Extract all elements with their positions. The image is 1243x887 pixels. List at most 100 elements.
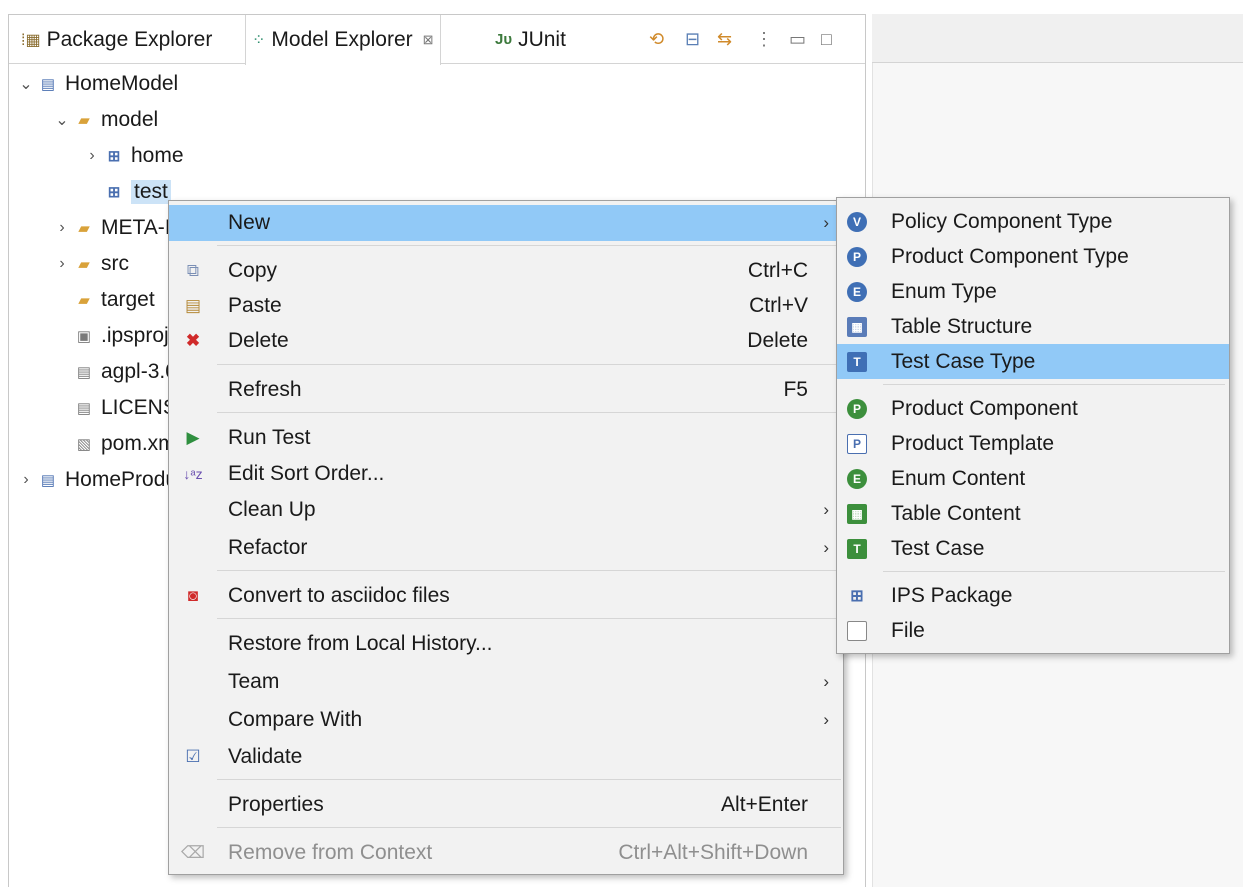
submenu-product-template[interactable]: P Product Template xyxy=(837,426,1229,461)
text-file-icon: ▤ xyxy=(76,364,92,381)
menu-refresh[interactable]: Refresh F5 xyxy=(169,372,843,408)
menu-separator xyxy=(217,364,841,365)
tree-node-src[interactable]: › ▰ src xyxy=(51,247,129,281)
expand-icon[interactable]: › xyxy=(51,219,73,237)
submenu-policy-component-type[interactable]: V Policy Component Type xyxy=(837,204,1229,239)
maximize-icon[interactable]: □ xyxy=(821,29,832,50)
menu-team[interactable]: Team › xyxy=(169,664,843,700)
submenu-arrow-icon: › xyxy=(823,710,829,729)
tree-node-model[interactable]: ⌄ ▰ model xyxy=(51,103,158,137)
tab-label: Model Explorer xyxy=(271,28,413,51)
submenu-enum-content[interactable]: E Enum Content xyxy=(837,461,1229,496)
enum-type-icon: E xyxy=(847,281,867,302)
submenu-test-case[interactable]: T Test Case xyxy=(837,531,1229,566)
project-icon: ▤ xyxy=(40,472,56,489)
menu-convert-asciidoc[interactable]: ◙ Convert to asciidoc files xyxy=(169,578,843,614)
link-with-editor-icon[interactable]: ⇆ xyxy=(717,29,732,50)
new-submenu: V Policy Component Type P Product Compon… xyxy=(836,197,1230,654)
context-menu: New › ⧉ Copy Ctrl+C ▤ Paste Ctrl+V ✖ Del… xyxy=(168,200,844,875)
submenu-product-component[interactable]: P Product Component xyxy=(837,391,1229,426)
tab-model-explorer[interactable]: ⁘ Model Explorer ⊠ xyxy=(245,15,441,65)
menu-separator xyxy=(883,384,1225,385)
asciidoc-icon: ◙ xyxy=(187,586,199,605)
submenu-arrow-icon: › xyxy=(823,213,829,232)
policy-component-type-icon: V xyxy=(847,211,867,232)
tab-label: JUnit xyxy=(518,27,566,51)
menu-separator xyxy=(883,571,1225,572)
tree-node-pom[interactable]: ▧ pom.xml xyxy=(51,427,180,461)
test-case-type-icon: T xyxy=(847,351,867,372)
tab-junit[interactable]: Jυ JUnit xyxy=(489,15,572,64)
submenu-enum-type[interactable]: E Enum Type xyxy=(837,274,1229,309)
submenu-arrow-icon: › xyxy=(823,538,829,557)
tree-node-homeproduct[interactable]: › ▤ HomeProduct xyxy=(15,463,193,497)
menu-separator xyxy=(217,827,841,828)
menu-separator xyxy=(217,245,841,246)
tree-node-test[interactable]: ⊞ test xyxy=(81,175,171,209)
menu-new[interactable]: New › xyxy=(169,205,843,241)
menu-validate[interactable]: ☑ Validate xyxy=(169,739,843,775)
folder-icon: ▰ xyxy=(78,256,90,273)
expand-icon[interactable]: › xyxy=(81,147,103,165)
expand-icon[interactable]: › xyxy=(15,471,37,489)
junit-icon: Jυ xyxy=(495,31,513,48)
file-icon xyxy=(847,620,867,641)
submenu-table-structure[interactable]: ▦ Table Structure xyxy=(837,309,1229,344)
sync-icon[interactable]: ⟲ xyxy=(649,29,664,50)
submenu-table-content[interactable]: ▦ Table Content xyxy=(837,496,1229,531)
menu-properties[interactable]: Properties Alt+Enter xyxy=(169,787,843,823)
table-content-icon: ▦ xyxy=(847,503,867,524)
menu-edit-sort-order[interactable]: ↓ᵃz Edit Sort Order... xyxy=(169,456,843,492)
editor-area-header xyxy=(872,14,1243,63)
menu-paste[interactable]: ▤ Paste Ctrl+V xyxy=(169,288,843,324)
remove-context-icon: ⌫ xyxy=(181,843,206,862)
enum-content-icon: E xyxy=(847,468,867,489)
menu-run-test[interactable]: ▶ Run Test xyxy=(169,420,843,456)
menu-delete[interactable]: ✖ Delete Delete xyxy=(169,323,843,359)
view-menu-icon[interactable]: ⋮ xyxy=(755,29,773,50)
xml-file-icon: ▣ xyxy=(76,328,92,345)
ips-package-icon: ⊞ xyxy=(107,184,121,201)
tab-package-explorer[interactable]: ⁞▦ Package Explorer xyxy=(15,15,218,64)
menu-compare-with[interactable]: Compare With › xyxy=(169,702,843,738)
expand-icon[interactable]: ⌄ xyxy=(15,74,37,94)
tree-node-home[interactable]: › ⊞ home xyxy=(81,139,183,173)
project-icon: ▤ xyxy=(40,76,56,93)
model-explorer-icon: ⁘ xyxy=(252,32,266,49)
menu-clean-up[interactable]: Clean Up › xyxy=(169,492,843,528)
menu-restore-history[interactable]: Restore from Local History... xyxy=(169,626,843,662)
tree-node-homemodel[interactable]: ⌄ ▤ HomeModel xyxy=(15,67,178,101)
copy-icon: ⧉ xyxy=(186,261,200,280)
view-tab-bar: ⁞▦ Package Explorer ⁘ Model Explorer ⊠ J… xyxy=(9,15,865,65)
menu-separator xyxy=(217,618,841,619)
minimize-icon[interactable]: ▭ xyxy=(789,29,806,50)
submenu-arrow-icon: › xyxy=(823,672,829,691)
submenu-arrow-icon: › xyxy=(823,500,829,519)
run-test-icon: ▶ xyxy=(186,428,200,447)
test-case-icon: T xyxy=(847,538,867,559)
paste-icon: ▤ xyxy=(184,296,202,315)
submenu-file[interactable]: File xyxy=(837,613,1229,648)
tree-node-target[interactable]: ▰ target xyxy=(51,283,154,317)
submenu-ips-package[interactable]: ⊞ IPS Package xyxy=(837,578,1229,613)
model-folder-icon: ▰ xyxy=(78,112,90,129)
delete-icon: ✖ xyxy=(185,331,201,350)
folder-icon: ▰ xyxy=(78,292,90,309)
expand-icon[interactable]: › xyxy=(51,255,73,273)
expand-icon[interactable]: ⌄ xyxy=(51,110,73,130)
menu-separator xyxy=(217,570,841,571)
menu-refactor[interactable]: Refactor › xyxy=(169,530,843,566)
product-component-icon: P xyxy=(847,398,867,419)
ips-package-icon: ⊞ xyxy=(107,148,121,165)
submenu-product-component-type[interactable]: P Product Component Type xyxy=(837,239,1229,274)
menu-separator xyxy=(217,412,841,413)
menu-remove-from-context: ⌫ Remove from Context Ctrl+Alt+Shift+Dow… xyxy=(181,841,808,864)
maven-file-icon: ▧ xyxy=(76,436,92,453)
package-explorer-icon: ⁞▦ xyxy=(21,31,41,49)
product-template-icon: P xyxy=(847,433,867,454)
menu-copy[interactable]: ⧉ Copy Ctrl+C xyxy=(169,253,843,289)
close-icon[interactable]: ⊠ xyxy=(423,32,434,48)
submenu-test-case-type[interactable]: T Test Case Type xyxy=(837,344,1229,379)
table-structure-icon: ▦ xyxy=(847,316,867,337)
collapse-all-icon[interactable]: ⊟ xyxy=(685,29,700,50)
